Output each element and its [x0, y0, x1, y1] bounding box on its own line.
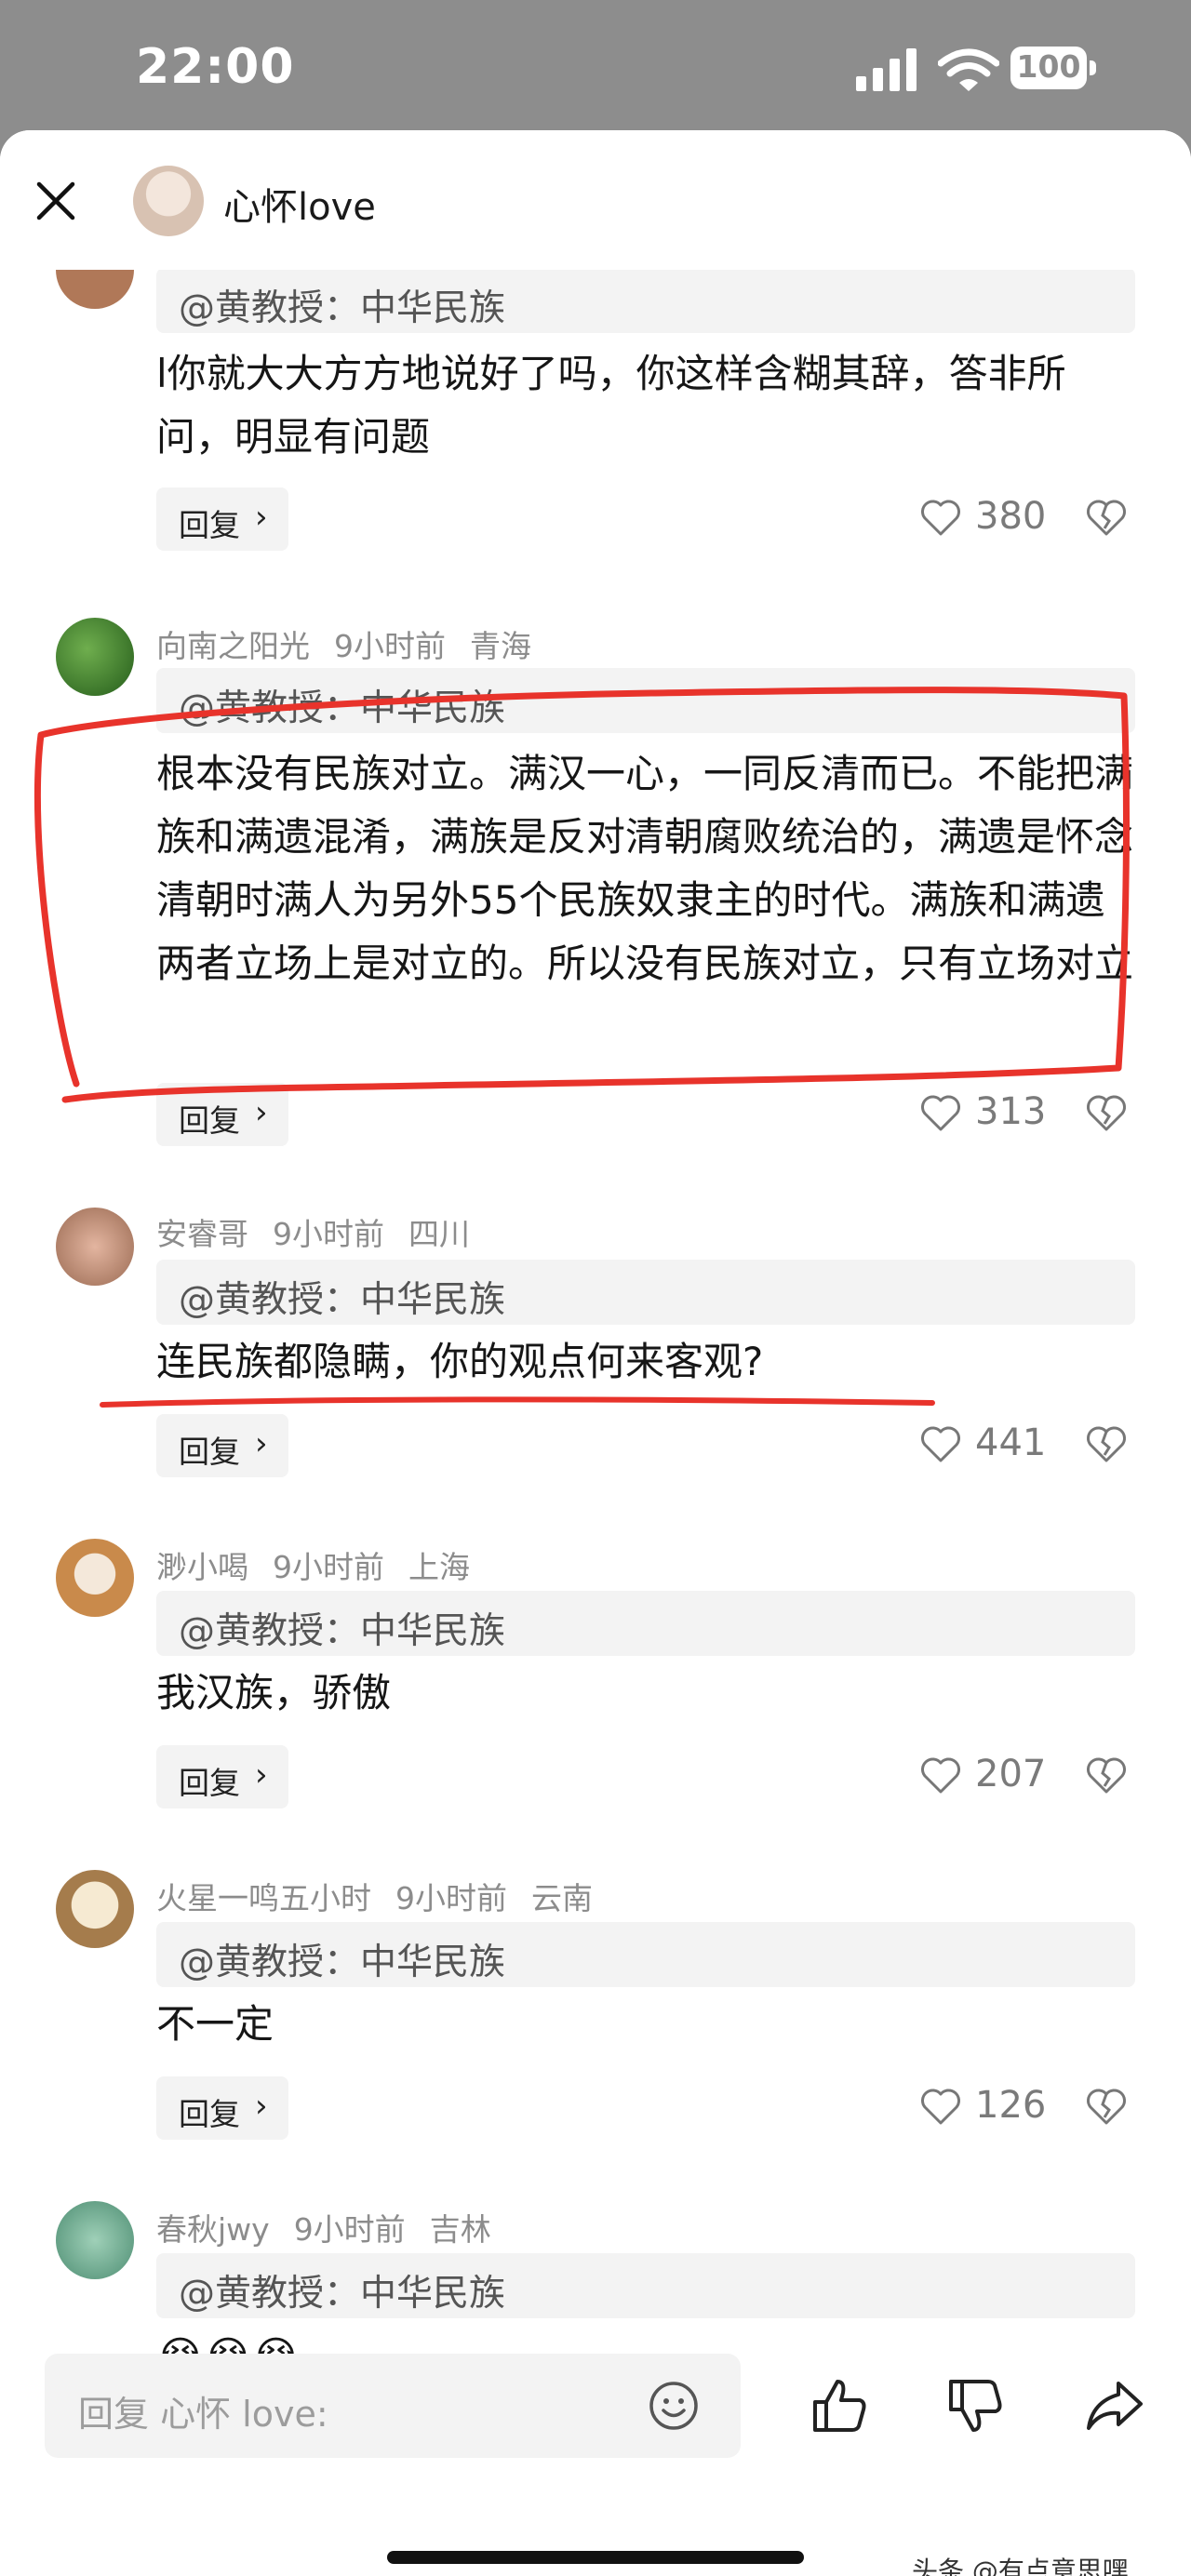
broken-heart-icon[interactable] — [1085, 1423, 1128, 1466]
username[interactable]: 火星一鸣五小时 — [156, 1880, 371, 1916]
username[interactable]: 向南之阳光 — [156, 628, 310, 664]
location: 吉林 — [429, 2211, 491, 2248]
signal-icon — [856, 48, 917, 91]
location: 上海 — [408, 1549, 470, 1585]
reply-button[interactable]: 回复 › — [156, 487, 288, 551]
chevron-right-icon: › — [255, 1425, 268, 1462]
comment-text: l你就大大方方地说好了吗，你这样含糊其辞，答非所问，明显有问题 — [156, 351, 1066, 460]
chevron-right-icon: › — [255, 499, 268, 536]
comment-text: 不一定 — [156, 2001, 274, 2047]
watermark: 头条 @有点意思嘿 — [912, 2556, 1129, 2576]
quoted-reply[interactable]: @黄教授：中华民族 — [156, 668, 1135, 733]
chevron-right-icon: › — [255, 1756, 268, 1794]
avatar[interactable] — [56, 1539, 134, 1617]
battery-cap — [1090, 60, 1096, 75]
quoted-reply[interactable]: @黄教授：中华民族 — [156, 268, 1135, 333]
reply-button[interactable]: 回复 › — [156, 1414, 288, 1477]
reply-bar: 回复 心怀 love: 头条 @有点意思嘿 — [0, 2354, 1191, 2576]
sheet-header: 心怀love — [0, 130, 1191, 270]
post-time: 9小时前 — [334, 628, 446, 664]
battery-level: 100 — [1016, 48, 1081, 85]
home-indicator — [387, 2551, 804, 2564]
post-time: 9小时前 — [293, 2211, 406, 2248]
heart-icon — [921, 1095, 960, 1131]
quote-text: @黄教授：中华民族 — [179, 1279, 506, 1321]
quoted-reply[interactable]: @黄教授：中华民族 — [156, 1591, 1135, 1656]
like-count: 380 — [975, 495, 1047, 538]
quoted-reply[interactable]: @黄教授：中华民族 — [156, 1922, 1135, 1987]
wifi-icon — [938, 48, 999, 91]
avatar[interactable] — [56, 2201, 134, 2279]
reply-button[interactable]: 回复 › — [156, 2076, 288, 2140]
comment-meta: 安睿哥 9小时前 四川 — [156, 1209, 494, 1254]
location: 青海 — [470, 628, 531, 664]
like-count: 126 — [975, 2084, 1047, 2127]
quote-text: @黄教授：中华民族 — [179, 1942, 506, 1983]
broken-heart-icon[interactable] — [1085, 1755, 1128, 1797]
broken-heart-icon[interactable] — [1085, 497, 1128, 540]
reply-label: 回复 — [179, 2096, 240, 2132]
reply-label: 回复 — [179, 507, 240, 543]
quote-text: @黄教授：中华民族 — [179, 287, 506, 329]
post-time: 9小时前 — [273, 1549, 384, 1585]
heart-icon — [921, 500, 960, 536]
emoji-icon[interactable] — [648, 2380, 700, 2432]
broken-heart-icon[interactable] — [1085, 1092, 1128, 1135]
reply-button[interactable]: 回复 › — [156, 1745, 288, 1809]
avatar[interactable] — [56, 618, 134, 696]
status-bar: 22:00 100 — [0, 0, 1191, 140]
chevron-right-icon: › — [255, 1094, 268, 1131]
reply-label: 回复 — [179, 1765, 240, 1801]
reply-placeholder: 回复 心怀 love: — [78, 2394, 328, 2435]
username[interactable]: 渺小喝 — [156, 1549, 248, 1585]
comment-text: 连民族都隐瞒，你的观点何来客观? — [156, 1339, 764, 1384]
comment-meta: 春秋jwy 9小时前 吉林 — [156, 2205, 515, 2249]
username[interactable]: 春秋jwy — [156, 2211, 270, 2248]
like-count: 313 — [975, 1090, 1047, 1133]
quote-text: @黄教授：中华民族 — [179, 687, 506, 729]
avatar[interactable] — [56, 1208, 134, 1286]
comment-list: @黄教授：中华民族 l你就大大方方地说好了吗，你这样含糊其辞，答非所问，明显有问… — [0, 130, 1191, 2576]
header-avatar[interactable] — [133, 166, 204, 236]
avatar[interactable] — [56, 1870, 134, 1948]
post-time: 9小时前 — [273, 1216, 384, 1252]
reply-input[interactable]: 回复 心怀 love: — [45, 2354, 741, 2458]
quoted-reply[interactable]: @黄教授：中华民族 — [156, 2253, 1135, 2318]
like-count: 207 — [975, 1753, 1047, 1795]
location: 四川 — [408, 1216, 470, 1252]
location: 云南 — [531, 1880, 593, 1916]
heart-icon — [921, 1757, 960, 1794]
status-time: 22:00 — [136, 39, 295, 95]
header-username[interactable]: 心怀love — [223, 177, 376, 231]
heart-icon — [921, 1426, 960, 1462]
comment-text: 根本没有民族对立。满汉一心，一同反清而已。不能把满族和满遗混淆，满族是反对清朝腐… — [156, 751, 1134, 986]
reply-label: 回复 — [179, 1434, 240, 1470]
reply-button[interactable]: 回复 › — [156, 1083, 288, 1146]
like-count: 441 — [975, 1421, 1047, 1464]
thumb-up-icon[interactable] — [808, 2374, 871, 2437]
heart-icon — [921, 2089, 960, 2125]
comment-text: 我汉族，骄傲 — [156, 1670, 392, 1715]
username[interactable]: 安睿哥 — [156, 1216, 248, 1252]
comment-sheet: 心怀love @黄教授：中华民族 l你就大大方方地说好了吗，你这样含糊其辞，答非… — [0, 130, 1191, 2576]
quoted-reply[interactable]: @黄教授：中华民族 — [156, 1260, 1135, 1325]
comment-meta: 渺小喝 9小时前 上海 — [156, 1542, 494, 1587]
quote-text: @黄教授：中华民族 — [179, 2273, 506, 2315]
chevron-right-icon: › — [255, 2088, 268, 2125]
comment-meta: 向南之阳光 9小时前 青海 — [156, 621, 555, 666]
quote-text: @黄教授：中华民族 — [179, 1610, 506, 1652]
close-icon[interactable] — [32, 177, 80, 225]
post-time: 9小时前 — [395, 1880, 507, 1916]
share-icon[interactable] — [1083, 2374, 1146, 2437]
reply-label: 回复 — [179, 1102, 240, 1139]
battery-indicator: 100 — [1010, 47, 1096, 91]
comment-meta: 火星一鸣五小时 9小时前 云南 — [156, 1874, 617, 1918]
thumb-down-icon[interactable] — [943, 2374, 1007, 2437]
broken-heart-icon[interactable] — [1085, 2086, 1128, 2129]
